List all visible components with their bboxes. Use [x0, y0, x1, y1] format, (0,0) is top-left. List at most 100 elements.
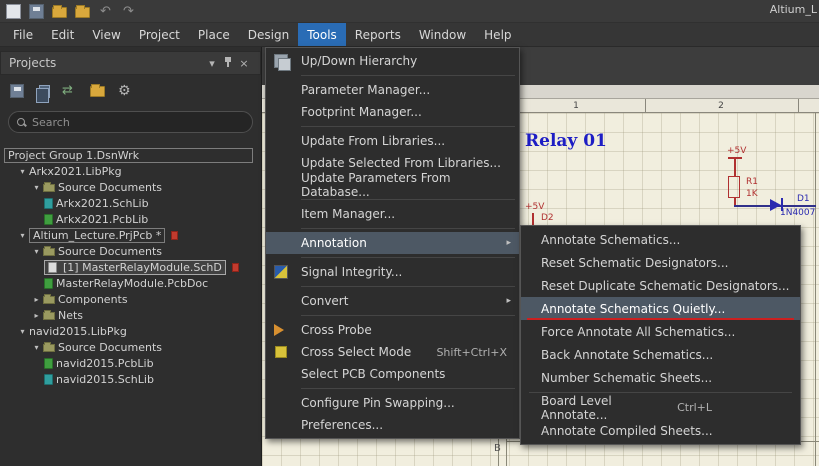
tree-item-arkx2021-pcblib[interactable]: Arkx2021.PcbLib — [0, 211, 261, 227]
save-icon[interactable] — [29, 3, 44, 19]
menu-item-footprint-manager[interactable]: Footprint Manager... — [266, 101, 519, 123]
menu-edit[interactable]: Edit — [42, 23, 83, 46]
menu-item-cross-select-mode[interactable]: Cross Select Mode Shift+Ctrl+X — [266, 341, 519, 363]
menu-item-label: Configure Pin Swapping... — [301, 396, 455, 410]
menu-help[interactable]: Help — [475, 23, 520, 46]
expand-arrow-icon[interactable]: ▾ — [30, 183, 43, 192]
menu-design[interactable]: Design — [239, 23, 298, 46]
menu-view[interactable]: View — [83, 23, 129, 46]
settings-gear-icon[interactable]: ⚙ — [118, 83, 134, 99]
menu-item-annotate-schematics-quietly[interactable]: Annotate Schematics Quietly... — [521, 297, 800, 320]
menu-item-number-schematic-sheets[interactable]: Number Schematic Sheets... — [521, 366, 800, 389]
menu-item-label: Signal Integrity... — [301, 265, 403, 279]
tree-item-nets[interactable]: ▸ Nets — [0, 307, 261, 323]
tree-item-navid2015-libpkg[interactable]: ▾ navid2015.LibPkg — [0, 323, 261, 339]
menu-separator — [301, 75, 515, 76]
compile-docs-icon[interactable] — [36, 84, 50, 103]
tree-item-label: Components — [58, 292, 128, 306]
menu-item-label: Update From Libraries... — [301, 134, 446, 148]
menu-item-back-annotate-schematics[interactable]: Back Annotate Schematics... — [521, 343, 800, 366]
menu-reports[interactable]: Reports — [346, 23, 410, 46]
menu-item-annotation[interactable]: Annotation ▸ — [266, 232, 519, 254]
menu-item-update-from-libraries[interactable]: Update From Libraries... — [266, 130, 519, 152]
menu-separator — [301, 228, 515, 229]
tree-item-masterrelaymodule-schdoc[interactable]: [1] MasterRelayModule.SchD — [0, 259, 261, 275]
expand-arrow-icon[interactable]: ▾ — [16, 167, 29, 176]
expand-arrow-icon[interactable]: ▾ — [30, 247, 43, 256]
panel-menu-chevron-icon[interactable]: ▾ — [204, 57, 220, 70]
panel-close-icon[interactable]: × — [236, 57, 252, 70]
tree-item-label: navid2015.PcbLib — [56, 356, 154, 370]
resistor-value: 1K — [746, 189, 758, 199]
folder-icon — [43, 342, 55, 352]
tree-item-navid2015-pcblib[interactable]: navid2015.PcbLib — [0, 355, 261, 371]
expand-arrow-icon[interactable]: ▾ — [16, 231, 29, 240]
ruler-label-1: 1 — [573, 101, 579, 111]
resistor-designator: R1 — [746, 177, 758, 187]
tree-item-components[interactable]: ▸ Components — [0, 291, 261, 307]
search-input[interactable] — [32, 115, 244, 129]
tools-menu: Up/Down Hierarchy Parameter Manager... F… — [265, 47, 520, 439]
menu-item-label: Annotate Schematics Quietly... — [541, 301, 726, 316]
tree-item-navid2015-schlib[interactable]: navid2015.SchLib — [0, 371, 261, 387]
open-folder-icon[interactable] — [52, 5, 67, 18]
tree-item-label: MasterRelayModule.PcbDoc — [56, 276, 209, 290]
menu-project[interactable]: Project — [130, 23, 189, 46]
sheet-zone-label: B — [494, 443, 501, 454]
collapse-arrow-icon[interactable]: ▸ — [30, 311, 43, 320]
menu-item-reset-schematic-designators[interactable]: Reset Schematic Designators... — [521, 251, 800, 274]
menu-item-annotate-schematics[interactable]: Annotate Schematics... — [521, 228, 800, 251]
tree-item-source-documents[interactable]: ▾ Source Documents — [0, 179, 261, 195]
tree-item-arkx2021-libpkg[interactable]: ▾ Arkx2021.LibPkg — [0, 163, 261, 179]
menu-item-label: Number Schematic Sheets... — [541, 370, 713, 385]
tree-item-label: navid2015.SchLib — [56, 372, 154, 386]
explorer-folder-icon[interactable] — [90, 84, 105, 97]
expand-arrow-icon[interactable]: ▾ — [30, 343, 43, 352]
tree-item-label: Arkx2021.SchLib — [56, 196, 149, 210]
menu-item-force-annotate-all-schematics[interactable]: Force Annotate All Schematics... — [521, 320, 800, 343]
menu-file[interactable]: File — [4, 23, 42, 46]
menu-item-up-down-hierarchy[interactable]: Up/Down Hierarchy — [266, 50, 519, 72]
tree-item-masterrelaymodule-pcbdoc[interactable]: MasterRelayModule.PcbDoc — [0, 275, 261, 291]
menu-item-item-manager[interactable]: Item Manager... — [266, 203, 519, 225]
schlib-doc-icon — [44, 197, 53, 209]
modified-doc-icon — [171, 230, 179, 240]
menu-item-label: Select PCB Components — [301, 367, 446, 381]
tree-item-source-documents[interactable]: ▾ Source Documents — [0, 339, 261, 355]
refresh-icon[interactable]: ⇄ — [62, 83, 78, 99]
collapse-arrow-icon[interactable]: ▸ — [30, 295, 43, 304]
expand-arrow-icon[interactable]: ▾ — [16, 327, 29, 336]
menu-item-label: Reset Schematic Designators... — [541, 255, 729, 270]
tree-item-label: Source Documents — [58, 340, 162, 354]
tree-item-label: Arkx2021.PcbLib — [56, 212, 149, 226]
redo-icon[interactable]: ↷ — [121, 4, 136, 19]
menu-item-cross-probe[interactable]: Cross Probe — [266, 319, 519, 341]
panel-pin-icon[interactable] — [220, 56, 236, 71]
menu-item-select-pcb-components[interactable]: Select PCB Components — [266, 363, 519, 385]
menu-item-parameter-manager[interactable]: Parameter Manager... — [266, 79, 519, 101]
menu-item-board-level-annotate[interactable]: Board Level Annotate... Ctrl+L — [521, 394, 800, 422]
search-box[interactable] — [8, 111, 253, 133]
menu-item-label: Annotate Schematics... — [541, 232, 681, 247]
menu-item-update-parameters-from-database[interactable]: Update Parameters From Database... — [266, 171, 519, 199]
open-project-icon[interactable] — [75, 5, 90, 18]
menu-separator — [301, 315, 515, 316]
menu-item-annotate-compiled-sheets[interactable]: Annotate Compiled Sheets... — [521, 419, 800, 442]
undo-icon[interactable]: ↶ — [98, 4, 113, 19]
pcblib-doc-icon — [44, 213, 53, 225]
menu-item-preferences[interactable]: Preferences... — [266, 414, 519, 436]
menu-item-convert[interactable]: Convert ▸ — [266, 290, 519, 312]
menu-place[interactable]: Place — [189, 23, 239, 46]
new-document-icon[interactable] — [6, 3, 21, 19]
menu-item-configure-pin-swapping[interactable]: Configure Pin Swapping... — [266, 392, 519, 414]
menu-item-reset-duplicate-schematic-designators[interactable]: Reset Duplicate Schematic Designators... — [521, 274, 800, 297]
menu-item-signal-integrity[interactable]: Signal Integrity... — [266, 261, 519, 283]
menu-tools[interactable]: Tools — [298, 23, 346, 46]
tree-item-arkx2021-schlib[interactable]: Arkx2021.SchLib — [0, 195, 261, 211]
tree-item-altium-lecture-prjpcb[interactable]: ▾ Altium_Lecture.PrjPcb * — [0, 227, 261, 243]
tree-item-source-documents[interactable]: ▾ Source Documents — [0, 243, 261, 259]
menu-window[interactable]: Window — [410, 23, 475, 46]
tree-item-project-group[interactable]: Project Group 1.DsnWrk — [0, 147, 261, 163]
annotation-submenu: Annotate Schematics... Reset Schematic D… — [520, 225, 801, 445]
save-all-icon[interactable] — [10, 84, 24, 98]
